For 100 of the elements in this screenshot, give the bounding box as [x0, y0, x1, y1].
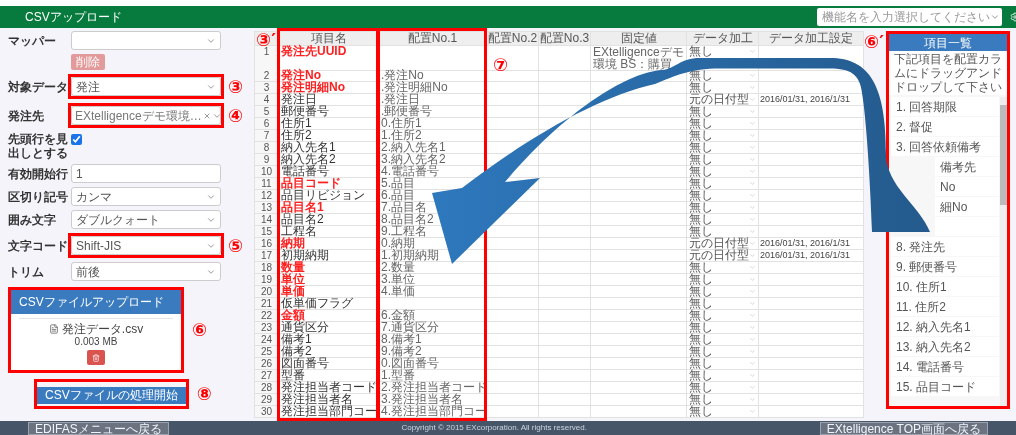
processing-dropdown[interactable]: 無し [689, 142, 756, 153]
column-header: 配置No.1 [379, 32, 487, 46]
row-number: 23 [255, 322, 279, 334]
field-name-cell: 単価 [279, 286, 379, 298]
back-to-top-button[interactable]: EXtelligence TOP画面へ戻る [819, 421, 988, 435]
remove-file-button[interactable] [87, 350, 105, 365]
column-header: データ加工設定 [759, 32, 864, 46]
start-processing-button[interactable]: CSVファイルの処理開始 [37, 386, 186, 404]
multi-select-field[interactable]: EXtelligenceデモ環境… [71, 106, 221, 125]
processing-dropdown[interactable]: 元の日付型 [689, 238, 756, 249]
processing-dropdown[interactable]: 無し [689, 286, 756, 297]
processing-dropdown[interactable]: 無し [689, 262, 756, 273]
field-name-cell: 品目名1 [279, 202, 379, 214]
draggable-item[interactable]: No [935, 177, 999, 196]
empty-cell [539, 322, 591, 334]
draggable-item[interactable]: 13. 納入先名2 [891, 337, 999, 356]
field-name-cell: 住所2 [279, 130, 379, 142]
checkbox[interactable] [71, 134, 82, 145]
empty-cell [487, 106, 539, 118]
processing-dropdown[interactable]: 無し [689, 166, 756, 177]
processing-dropdown[interactable]: 無し [689, 214, 756, 225]
draggable-item[interactable]: 14. 電話番号 [891, 357, 999, 376]
input-field[interactable]: 1 [71, 164, 221, 183]
processing-dropdown[interactable]: 無し [689, 406, 756, 417]
processing-dropdown[interactable]: 無し [689, 46, 756, 57]
empty-cell [539, 274, 591, 286]
empty-cell [539, 262, 591, 274]
empty-cell [539, 382, 591, 394]
mapped-cell: 0.図面番号 [379, 358, 487, 370]
draggable-item[interactable]: 12. 納入先名1 [891, 317, 999, 336]
draggable-item[interactable]: 10. 住所1 [891, 277, 999, 296]
processing-dropdown[interactable]: 無し [689, 358, 756, 369]
field-name-cell: 納入先名2 [279, 154, 379, 166]
draggable-item[interactable]: 9. 郵便番号 [891, 257, 999, 276]
field-label: 発注先 [8, 108, 45, 123]
row-number: 14 [255, 214, 279, 226]
row-number: 6 [255, 118, 279, 130]
annotation-number: ③ [228, 77, 244, 96]
empty-cell [487, 238, 539, 250]
field-name-cell: 単位 [279, 274, 379, 286]
processing-dropdown[interactable]: 無し [689, 190, 756, 201]
processing-dropdown[interactable]: 無し [689, 274, 756, 285]
processing-dropdown[interactable]: 無し [689, 370, 756, 381]
field-label: 囲み文字 [8, 212, 57, 227]
processing-dropdown[interactable]: 無し [689, 106, 756, 117]
draggable-item[interactable]: 2. 督促 [891, 117, 999, 136]
empty-cell [487, 394, 539, 406]
draggable-item[interactable]: 細No [935, 197, 999, 216]
draggable-item[interactable]: 15. 品目コード [891, 377, 999, 396]
draggable-item[interactable]: 11. 住所2 [891, 297, 999, 316]
processing-dropdown[interactable]: 無し [689, 394, 756, 405]
row-number: 29 [255, 394, 279, 406]
row-number: 11 [255, 178, 279, 190]
annotation-number: ④ [228, 106, 244, 125]
back-to-menu-button[interactable]: EDIFASメニューへ戻る [28, 421, 169, 435]
field-name-cell: 郵便番号 [279, 106, 379, 118]
processing-dropdown[interactable]: 無し [689, 202, 756, 213]
empty-cell [487, 370, 539, 382]
processing-dropdown[interactable]: 無し [689, 298, 756, 309]
processing-dropdown[interactable]: 無し [689, 130, 756, 141]
processing-dropdown[interactable]: 無し [689, 310, 756, 321]
processing-setting-cell: 2016/01/31, 2016/1/31 [759, 250, 864, 262]
draggable-item[interactable]: 備考先 [935, 157, 999, 176]
select-field[interactable]: 発注 [71, 77, 221, 96]
field-name-cell: 仮単価フラグ [279, 298, 379, 310]
row-number: 19 [255, 274, 279, 286]
processing-dropdown[interactable]: 無し [689, 118, 756, 129]
processing-dropdown[interactable]: 無し [689, 82, 756, 93]
processing-dropdown[interactable]: 無し [689, 334, 756, 345]
empty-cell [487, 298, 539, 310]
field-label: 有効開始行 [8, 166, 68, 181]
annotation-number: ⑧ [196, 385, 212, 403]
empty-cell [539, 70, 591, 82]
select-field[interactable]: Shift-JIS [71, 236, 221, 255]
row-number: 5 [255, 106, 279, 118]
select-field[interactable]: 前後 [71, 262, 221, 281]
processing-dropdown[interactable]: 無し [689, 346, 756, 357]
select-field[interactable]: カンマ [71, 187, 221, 206]
draggable-item[interactable]: 3. 回答依頼備考 [891, 137, 999, 156]
processing-dropdown[interactable]: 無し [689, 154, 756, 165]
processing-dropdown[interactable]: 無し [689, 70, 756, 81]
processing-dropdown[interactable]: 無し [689, 226, 756, 237]
draggable-item[interactable]: 8. 発注先 [891, 237, 999, 256]
empty-cell [487, 346, 539, 358]
processing-dropdown[interactable]: 元の日付型 [689, 250, 756, 261]
empty-cell [539, 178, 591, 190]
processing-dropdown[interactable]: 無し [689, 178, 756, 189]
clear-icon[interactable] [202, 111, 211, 120]
processing-dropdown[interactable]: 無し [689, 322, 756, 333]
processing-dropdown[interactable]: 無し [689, 382, 756, 393]
processing-dropdown[interactable]: 元の日付型 [689, 94, 756, 105]
select-field[interactable]: ダブルクォート [71, 210, 221, 229]
field-name-cell: 発注明細No [279, 82, 379, 94]
draggable-item[interactable]: 1. 回答期限 [891, 97, 999, 116]
scrollbar[interactable] [1000, 97, 1007, 406]
field-name-cell: 品目リビジョン [279, 190, 379, 202]
field-name-cell: 通貨区分 [279, 322, 379, 334]
field-name-cell: 初期納期 [279, 250, 379, 262]
select-field[interactable] [71, 31, 221, 50]
row-number: 21 [255, 298, 279, 310]
